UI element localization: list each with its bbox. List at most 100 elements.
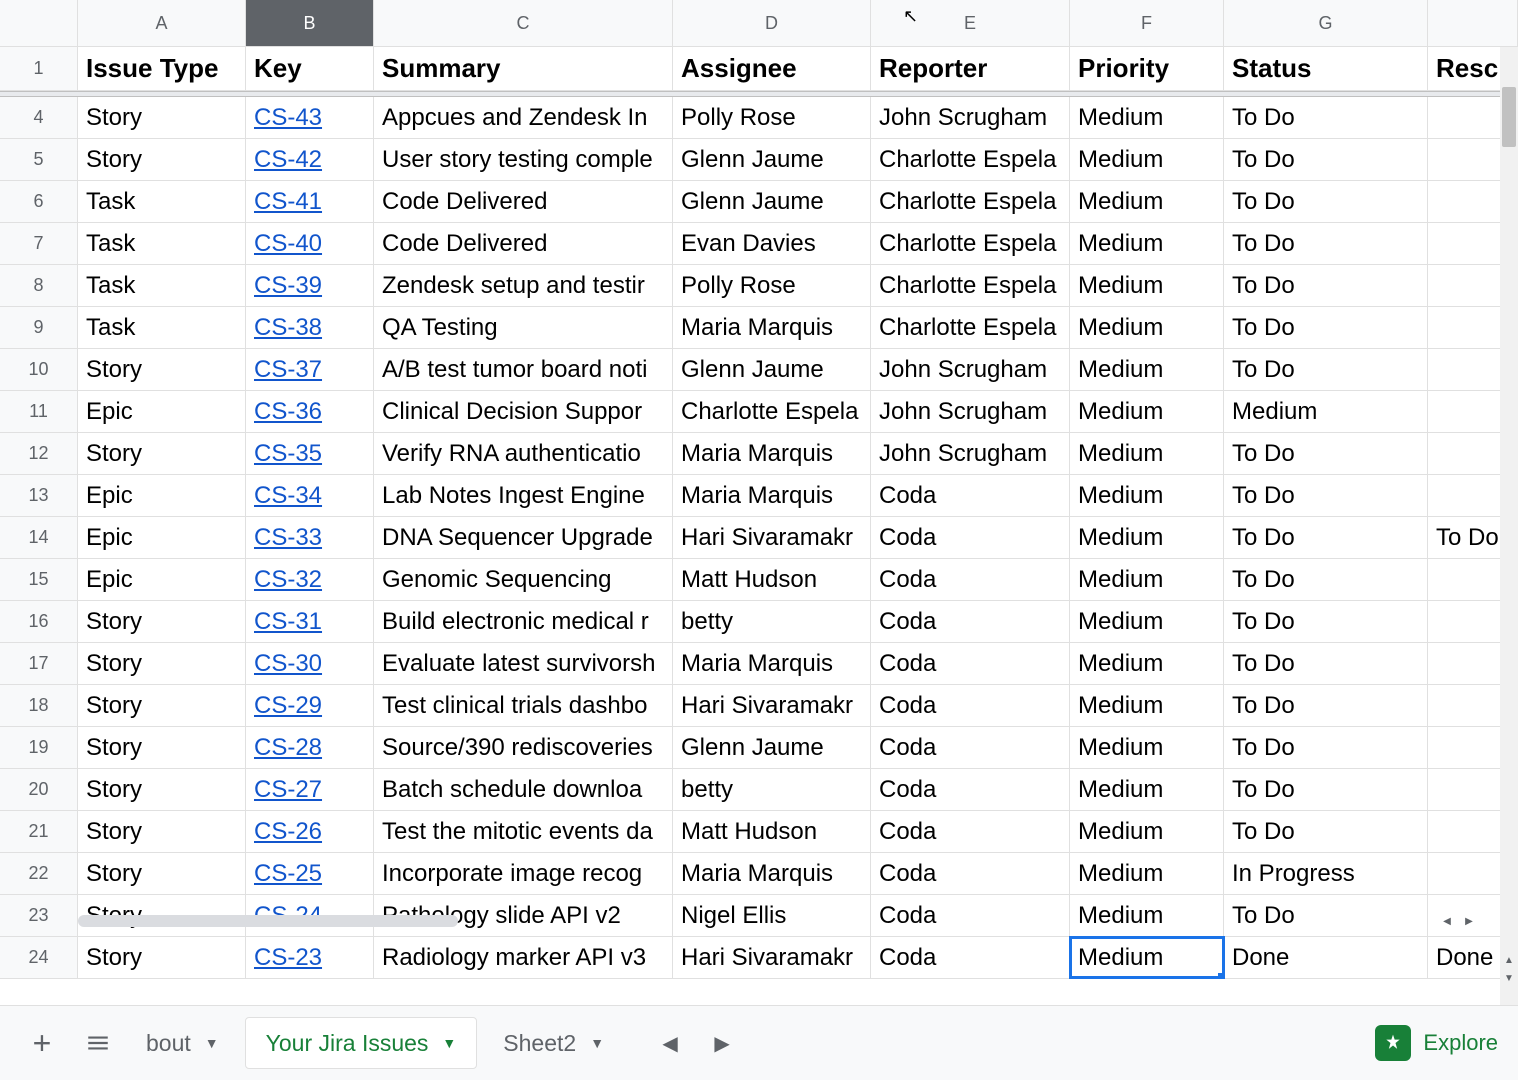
cell-summary[interactable]: Verify RNA authenticatio bbox=[374, 433, 673, 474]
cell-priority[interactable]: Medium bbox=[1070, 853, 1224, 894]
cell-reporter[interactable]: Coda bbox=[871, 769, 1070, 810]
col-header-A[interactable]: A bbox=[78, 0, 246, 46]
cell-key-link[interactable]: CS-32 bbox=[246, 559, 374, 600]
cell-key-link[interactable]: CS-37 bbox=[246, 349, 374, 390]
cell-key-link[interactable]: CS-43 bbox=[246, 97, 374, 138]
cell-issue-type[interactable]: Story bbox=[78, 349, 246, 390]
cell-reporter[interactable]: Charlotte Espela bbox=[871, 223, 1070, 264]
cell-issue-type[interactable]: Story bbox=[78, 727, 246, 768]
cell-status[interactable]: To Do bbox=[1224, 181, 1428, 222]
cell-assignee[interactable]: Matt Hudson bbox=[673, 811, 871, 852]
cell-assignee[interactable]: Maria Marquis bbox=[673, 433, 871, 474]
cell-status[interactable]: To Do bbox=[1224, 223, 1428, 264]
row-number[interactable]: 5 bbox=[0, 139, 78, 180]
cell-priority[interactable]: Medium bbox=[1070, 475, 1224, 516]
cell-reporter[interactable]: John Scrugham bbox=[871, 433, 1070, 474]
cell-issue-type[interactable]: Epic bbox=[78, 559, 246, 600]
cell-reporter[interactable]: Charlotte Espela bbox=[871, 307, 1070, 348]
cell-reporter[interactable]: Coda bbox=[871, 685, 1070, 726]
cell-issue-type[interactable]: Task bbox=[78, 223, 246, 264]
header-key[interactable]: Key bbox=[246, 47, 374, 90]
row-number[interactable]: 7 bbox=[0, 223, 78, 264]
cell-key-link[interactable]: CS-36 bbox=[246, 391, 374, 432]
row-number[interactable]: 6 bbox=[0, 181, 78, 222]
cell-issue-type[interactable]: Story bbox=[78, 97, 246, 138]
cell-assignee[interactable]: Maria Marquis bbox=[673, 475, 871, 516]
col-header-G[interactable]: G bbox=[1224, 0, 1428, 46]
cell-reporter[interactable]: Coda bbox=[871, 853, 1070, 894]
vertical-scrollbar[interactable]: ▲ ▼ bbox=[1500, 47, 1518, 1005]
cell-priority[interactable]: Medium bbox=[1070, 727, 1224, 768]
select-all-corner[interactable] bbox=[0, 0, 78, 46]
header-reporter[interactable]: Reporter bbox=[871, 47, 1070, 90]
cell-assignee[interactable]: Hari Sivaramakr bbox=[673, 517, 871, 558]
row-number[interactable]: 9 bbox=[0, 307, 78, 348]
cell-issue-type[interactable]: Story bbox=[78, 433, 246, 474]
cell-key-link[interactable]: CS-29 bbox=[246, 685, 374, 726]
cell-status[interactable]: To Do bbox=[1224, 475, 1428, 516]
all-sheets-button[interactable] bbox=[76, 1021, 120, 1065]
cell-reporter[interactable]: John Scrugham bbox=[871, 97, 1070, 138]
row-number[interactable]: 11 bbox=[0, 391, 78, 432]
cell-summary[interactable]: Code Delivered bbox=[374, 223, 673, 264]
tab-sheet2[interactable]: Sheet2 ▼ bbox=[483, 1017, 624, 1069]
col-header-H[interactable] bbox=[1428, 0, 1518, 46]
cell-issue-type[interactable]: Story bbox=[78, 937, 246, 978]
cell-priority[interactable]: Medium bbox=[1070, 265, 1224, 306]
cell-assignee[interactable]: Maria Marquis bbox=[673, 643, 871, 684]
cell-priority[interactable]: Medium bbox=[1070, 307, 1224, 348]
row-number[interactable]: 24 bbox=[0, 937, 78, 978]
cell-issue-type[interactable]: Story bbox=[78, 811, 246, 852]
cell-summary[interactable]: DNA Sequencer Upgrade bbox=[374, 517, 673, 558]
header-priority[interactable]: Priority bbox=[1070, 47, 1224, 90]
cell-key-link[interactable]: CS-25 bbox=[246, 853, 374, 894]
col-header-B[interactable]: B bbox=[246, 0, 374, 46]
cell-assignee[interactable]: Matt Hudson bbox=[673, 559, 871, 600]
cell-issue-type[interactable]: Epic bbox=[78, 475, 246, 516]
cell-reporter[interactable]: Coda bbox=[871, 559, 1070, 600]
cell-reporter[interactable]: Coda bbox=[871, 937, 1070, 978]
cell-priority[interactable]: Medium bbox=[1070, 391, 1224, 432]
cell-reporter[interactable]: Coda bbox=[871, 601, 1070, 642]
cell-assignee[interactable]: Glenn Jaume bbox=[673, 727, 871, 768]
cell-priority[interactable]: Medium bbox=[1070, 433, 1224, 474]
cell-issue-type[interactable]: Story bbox=[78, 139, 246, 180]
cell-issue-type[interactable]: Task bbox=[78, 307, 246, 348]
cell-key-link[interactable]: CS-42 bbox=[246, 139, 374, 180]
cell-summary[interactable]: Source/390 rediscoveries bbox=[374, 727, 673, 768]
header-issue-type[interactable]: Issue Type bbox=[78, 47, 246, 90]
cell-status[interactable]: To Do bbox=[1224, 559, 1428, 600]
cell-summary[interactable]: Test clinical trials dashbo bbox=[374, 685, 673, 726]
cell-assignee[interactable]: Maria Marquis bbox=[673, 307, 871, 348]
row-number[interactable]: 1 bbox=[0, 47, 78, 90]
cell-priority[interactable]: Medium bbox=[1070, 811, 1224, 852]
scroll-right-icon[interactable]: ▶ bbox=[1460, 912, 1478, 930]
cell-status[interactable]: To Do bbox=[1224, 685, 1428, 726]
cell-key-link[interactable]: CS-26 bbox=[246, 811, 374, 852]
cell-assignee[interactable]: Charlotte Espela bbox=[673, 391, 871, 432]
scroll-up-icon[interactable]: ▲ bbox=[1500, 951, 1518, 969]
cell-key-link[interactable]: CS-33 bbox=[246, 517, 374, 558]
cell-priority[interactable]: Medium bbox=[1070, 559, 1224, 600]
tab-partial-left[interactable]: bout ▼ bbox=[126, 1017, 239, 1069]
cell-summary[interactable]: QA Testing bbox=[374, 307, 673, 348]
cell-issue-type[interactable]: Epic bbox=[78, 391, 246, 432]
cell-key-link[interactable]: CS-39 bbox=[246, 265, 374, 306]
cell-summary[interactable]: Evaluate latest survivorsh bbox=[374, 643, 673, 684]
cell-issue-type[interactable]: Story bbox=[78, 853, 246, 894]
cell-priority[interactable]: Medium bbox=[1070, 139, 1224, 180]
cell-key-link[interactable]: CS-35 bbox=[246, 433, 374, 474]
cell-assignee[interactable]: betty bbox=[673, 601, 871, 642]
horizontal-scrollbar[interactable]: ◀ ▶ bbox=[78, 912, 1478, 930]
row-number[interactable]: 17 bbox=[0, 643, 78, 684]
cell-assignee[interactable]: Glenn Jaume bbox=[673, 181, 871, 222]
row-number[interactable]: 14 bbox=[0, 517, 78, 558]
cell-key-link[interactable]: CS-41 bbox=[246, 181, 374, 222]
cell-reporter[interactable]: Coda bbox=[871, 643, 1070, 684]
cell-summary[interactable]: User story testing comple bbox=[374, 139, 673, 180]
tab-your-jira-issues[interactable]: Your Jira Issues ▼ bbox=[245, 1017, 478, 1069]
cell-issue-type[interactable]: Story bbox=[78, 601, 246, 642]
cell-summary[interactable]: Test the mitotic events da bbox=[374, 811, 673, 852]
cell-summary[interactable]: Appcues and Zendesk In bbox=[374, 97, 673, 138]
cell-issue-type[interactable]: Task bbox=[78, 181, 246, 222]
